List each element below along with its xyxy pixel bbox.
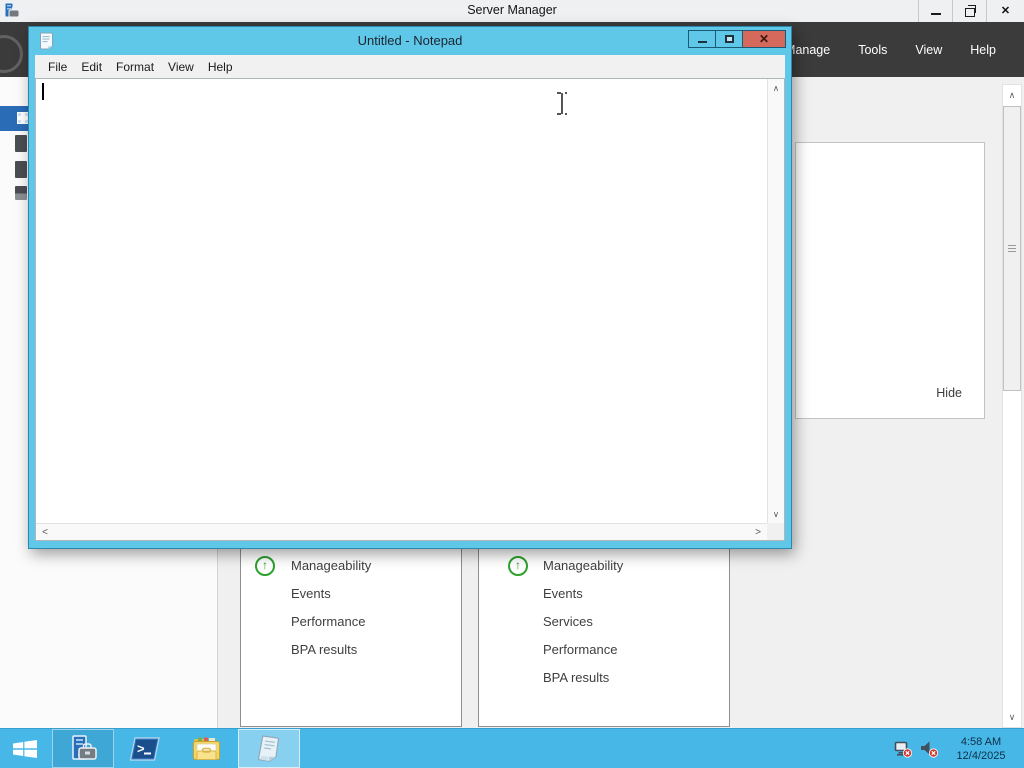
tile-row: Events [479,580,729,608]
tile-link-events[interactable]: Events [543,586,583,601]
taskbar-clock[interactable]: 4:58 AM 12/4/2025 [946,735,1016,763]
notepad-menubar: File Edit Format View Help [35,55,785,78]
taskbar-powershell-button[interactable]: > [114,729,176,768]
tile-row: ↑ Manageability [479,552,729,580]
windows-logo-icon [13,739,37,758]
clock-time: 4:58 AM [960,735,1002,748]
mouse-cursor-ibeam [556,92,568,115]
start-button[interactable] [0,729,52,768]
text-caret [42,83,44,100]
volume-muted-icon[interactable] [920,740,939,758]
scroll-up-icon[interactable]: ∧ [1003,85,1021,105]
tile-link-manageability[interactable]: Manageability [543,558,623,573]
menu-view[interactable]: View [915,43,942,57]
nav-item-icon[interactable] [15,186,27,200]
hide-button[interactable]: Hide [936,386,962,400]
dashboard-scrollbar[interactable]: ∧ ∨ [1002,84,1022,728]
scrollbar-thumb[interactable] [1003,106,1021,391]
nav-item-icon[interactable] [15,135,27,152]
close-icon: ✕ [1000,4,1011,17]
scroll-right-icon[interactable]: > [750,524,766,540]
scroll-left-icon[interactable]: < [37,524,53,540]
menu-format[interactable]: Format [109,60,161,74]
dashboard-detail-panel: Hide [795,142,985,419]
svg-text:>: > [137,741,145,756]
tile-row: ↑ Manageability [241,552,461,580]
tile-row: Services [479,608,729,636]
sm-close-button[interactable]: ✕ [986,0,1024,22]
menu-tools[interactable]: Tools [858,43,887,57]
menu-edit[interactable]: Edit [74,60,109,74]
menu-help[interactable]: Help [970,43,996,57]
tile-row: BPA results [479,664,729,692]
server-manager-menu: Manage Tools View Help [785,22,996,77]
np-close-button[interactable]: ✕ [742,30,786,48]
tile-link-bpa-results[interactable]: BPA results [291,642,357,657]
clock-date: 12/4/2025 [956,749,1006,762]
notepad-titlebar[interactable]: Untitled - Notepad ✕ [29,27,791,55]
notepad-vertical-scrollbar[interactable]: ∧ ∨ [767,79,784,523]
network-disconnected-icon[interactable] [894,740,913,758]
tile-link-bpa-results[interactable]: BPA results [543,670,609,685]
notepad-text-area[interactable] [36,79,767,523]
notepad-client-area: ∧ ∨ < > [35,78,785,541]
sm-minimize-button[interactable] [918,0,952,22]
notepad-taskbar-icon [257,734,280,762]
up-arrow-circle-icon: ↑ [255,556,275,576]
np-maximize-button[interactable] [715,30,743,48]
menu-view[interactable]: View [161,60,201,74]
tile-row: Events [241,580,461,608]
server-manager-title: Server Manager [467,3,557,17]
taskbar-file-explorer-button[interactable] [176,729,238,768]
maximize-icon [724,35,734,43]
taskbar-notepad-button[interactable] [238,729,300,768]
back-button[interactable] [0,35,23,73]
tile-link-services[interactable]: Services [543,614,593,629]
scroll-down-icon[interactable]: ∨ [768,506,784,522]
np-minimize-button[interactable] [688,30,716,48]
tile-row: Performance [241,608,461,636]
nav-item-icon[interactable] [15,161,27,178]
notepad-window-controls: ✕ [688,30,786,48]
up-arrow-circle-icon: ↑ [508,556,528,576]
notepad-window: Untitled - Notepad ✕ File Edit Format Vi… [28,26,792,549]
notepad-title: Untitled - Notepad [357,33,463,48]
scroll-down-icon[interactable]: ∨ [1003,707,1021,727]
tile-row: BPA results [241,636,461,664]
menu-help[interactable]: Help [201,60,240,74]
server-manager-titlebar: Server Manager ✕ [0,0,1024,22]
taskbar-empty-area [300,729,894,768]
system-tray: 4:58 AM 12/4/2025 [894,729,1024,768]
minimize-icon [697,40,707,43]
scroll-up-icon[interactable]: ∧ [768,80,784,96]
menu-file[interactable]: File [41,60,74,74]
resize-grip[interactable] [767,523,784,540]
minimize-icon [930,13,941,15]
tile-link-performance[interactable]: Performance [543,642,617,657]
sm-restore-button[interactable] [952,0,986,22]
file-explorer-icon [193,737,220,760]
taskbar: > 4:58 AM 12/4/2025 [0,728,1024,768]
tile-link-manageability[interactable]: Manageability [291,558,371,573]
tile-row: Performance [479,636,729,664]
tile-link-performance[interactable]: Performance [291,614,365,629]
tile-link-events[interactable]: Events [291,586,331,601]
notepad-horizontal-scrollbar[interactable]: < > [36,523,767,540]
server-manager-taskbar-icon [72,734,97,760]
desktop: Server Manager ✕ Manage Tools View Help [0,0,1024,768]
powershell-icon: > [130,736,160,761]
close-icon: ✕ [758,32,770,46]
restore-icon [964,5,976,17]
taskbar-server-manager-button[interactable] [52,729,114,768]
server-manager-window-controls: ✕ [918,0,1024,22]
